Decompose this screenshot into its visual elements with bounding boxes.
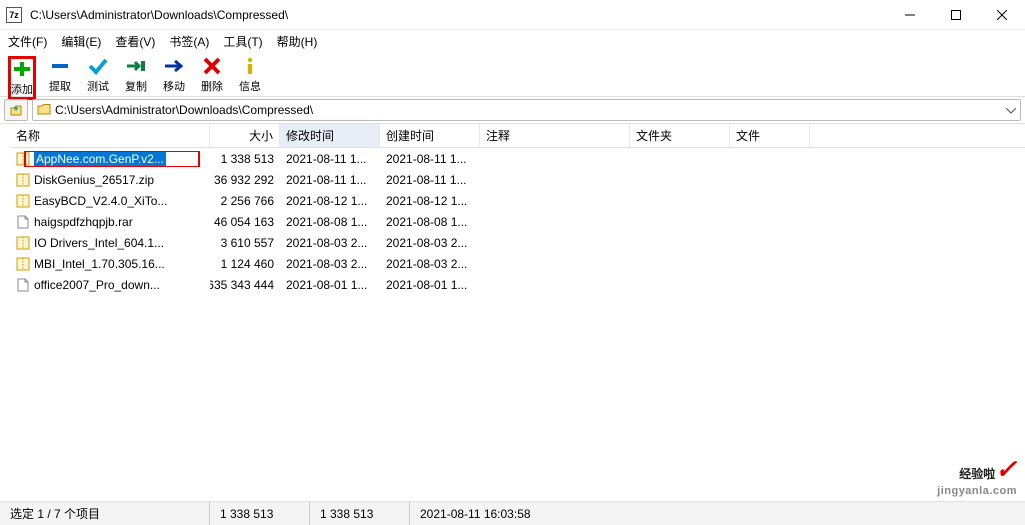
delete-icon bbox=[203, 56, 221, 76]
menu-view[interactable]: 查看(V) bbox=[115, 33, 155, 50]
file-row[interactable]: MBI_Intel_1.70.305.16...1 124 4602021-08… bbox=[10, 253, 1025, 274]
close-button[interactable] bbox=[979, 0, 1025, 30]
menu-file[interactable]: 文件(F) bbox=[8, 33, 47, 50]
minimize-button[interactable] bbox=[887, 0, 933, 30]
status-time: 2021-08-11 16:03:58 bbox=[410, 502, 1025, 525]
cell-ctime: 2021-08-03 2... bbox=[380, 236, 480, 250]
up-button[interactable] bbox=[4, 99, 28, 121]
cell-mtime: 2021-08-03 2... bbox=[280, 257, 380, 271]
menu-help[interactable]: 帮助(H) bbox=[277, 33, 318, 50]
col-name[interactable]: 名称 bbox=[10, 124, 210, 147]
copy-icon bbox=[125, 56, 147, 76]
cell-name: AppNee.com.GenP.v2... bbox=[10, 151, 210, 167]
info-icon bbox=[241, 56, 259, 76]
cell-name: MBI_Intel_1.70.305.16... bbox=[10, 257, 210, 271]
column-headers: 名称 大小 修改时间 创建时间 注释 文件夹 文件 bbox=[10, 124, 1025, 148]
address-row: C:\Users\Administrator\Downloads\Compres… bbox=[0, 96, 1025, 124]
status-size1: 1 338 513 bbox=[210, 502, 310, 525]
menu-edit[interactable]: 编辑(E) bbox=[61, 33, 101, 50]
address-bar[interactable]: C:\Users\Administrator\Downloads\Compres… bbox=[32, 99, 1021, 121]
status-size2: 1 338 513 bbox=[310, 502, 410, 525]
toolbar-check-button[interactable]: 测试 bbox=[84, 56, 112, 94]
maximize-button[interactable] bbox=[933, 0, 979, 30]
chevron-down-icon[interactable] bbox=[1006, 103, 1016, 117]
minus-icon bbox=[50, 56, 70, 76]
col-file[interactable]: 文件 bbox=[730, 124, 810, 147]
col-ctime[interactable]: 创建时间 bbox=[380, 124, 480, 147]
cell-size: 46 054 163 bbox=[210, 215, 280, 229]
cell-mtime: 2021-08-11 1... bbox=[280, 173, 380, 187]
toolbar-plus-button[interactable]: 添加 bbox=[8, 56, 36, 100]
toolbar-label: 移动 bbox=[163, 78, 185, 94]
toolbar-label: 删除 bbox=[201, 78, 223, 94]
menu-bookmark[interactable]: 书签(A) bbox=[169, 33, 209, 50]
toolbar-minus-button[interactable]: 提取 bbox=[46, 56, 74, 94]
watermark: 经验啦✓ jingyanla.com bbox=[937, 454, 1017, 497]
cell-ctime: 2021-08-08 1... bbox=[380, 215, 480, 229]
cell-mtime: 2021-08-03 2... bbox=[280, 236, 380, 250]
check-icon bbox=[88, 56, 108, 76]
up-folder-icon bbox=[9, 103, 23, 117]
cell-ctime: 2021-08-12 1... bbox=[380, 194, 480, 208]
cell-size: 1 338 513 bbox=[210, 152, 280, 166]
cell-mtime: 2021-08-08 1... bbox=[280, 215, 380, 229]
cell-name: DiskGenius_26517.zip bbox=[10, 173, 210, 187]
toolbar-delete-button[interactable]: 删除 bbox=[198, 56, 226, 94]
app-icon: 7z bbox=[6, 7, 22, 23]
cell-name: EasyBCD_V2.4.0_XiTo... bbox=[10, 194, 210, 208]
cell-size: 36 932 292 bbox=[210, 173, 280, 187]
check-icon: ✓ bbox=[995, 454, 1017, 484]
plus-icon bbox=[12, 59, 32, 79]
status-selection: 选定 1 / 7 个项目 bbox=[0, 502, 210, 525]
file-row[interactable]: DiskGenius_26517.zip36 932 2922021-08-11… bbox=[10, 169, 1025, 190]
file-row[interactable]: EasyBCD_V2.4.0_XiTo...2 256 7662021-08-1… bbox=[10, 190, 1025, 211]
file-row[interactable]: AppNee.com.GenP.v2...1 338 5132021-08-11… bbox=[10, 148, 1025, 169]
cell-mtime: 2021-08-12 1... bbox=[280, 194, 380, 208]
cell-ctime: 2021-08-11 1... bbox=[380, 173, 480, 187]
move-icon bbox=[163, 56, 185, 76]
file-row[interactable]: haigspdfzhqpjb.rar46 054 1632021-08-08 1… bbox=[10, 211, 1025, 232]
cell-ctime: 2021-08-03 2... bbox=[380, 257, 480, 271]
col-mtime[interactable]: 修改时间 bbox=[280, 124, 380, 147]
toolbar-label: 复制 bbox=[125, 78, 147, 94]
window-title: C:\Users\Administrator\Downloads\Compres… bbox=[28, 8, 887, 22]
cell-mtime: 2021-08-11 1... bbox=[280, 152, 380, 166]
cell-name: IO Drivers_Intel_604.1... bbox=[10, 236, 210, 250]
cell-ctime: 2021-08-01 1... bbox=[380, 278, 480, 292]
title-bar: 7z C:\Users\Administrator\Downloads\Comp… bbox=[0, 0, 1025, 30]
toolbar-label: 添加 bbox=[11, 81, 33, 97]
toolbar-info-button[interactable]: 信息 bbox=[236, 56, 264, 94]
status-bar: 选定 1 / 7 个项目 1 338 513 1 338 513 2021-08… bbox=[0, 501, 1025, 525]
toolbar: 添加提取测试复制移动删除信息 bbox=[0, 52, 1025, 96]
toolbar-copy-button[interactable]: 复制 bbox=[122, 56, 150, 94]
cell-size: 2 256 766 bbox=[210, 194, 280, 208]
cell-name: haigspdfzhqpjb.rar bbox=[10, 215, 210, 229]
col-size[interactable]: 大小 bbox=[210, 124, 280, 147]
toolbar-label: 提取 bbox=[49, 78, 71, 94]
toolbar-move-button[interactable]: 移动 bbox=[160, 56, 188, 94]
file-row[interactable]: IO Drivers_Intel_604.1...3 610 5572021-0… bbox=[10, 232, 1025, 253]
cell-size: 3 610 557 bbox=[210, 236, 280, 250]
menu-tools[interactable]: 工具(T) bbox=[223, 33, 262, 50]
toolbar-label: 信息 bbox=[239, 78, 261, 94]
col-folder[interactable]: 文件夹 bbox=[630, 124, 730, 147]
address-text: C:\Users\Administrator\Downloads\Compres… bbox=[55, 103, 313, 117]
cell-size: 635 343 444 bbox=[210, 278, 280, 292]
cell-mtime: 2021-08-01 1... bbox=[280, 278, 380, 292]
toolbar-label: 测试 bbox=[87, 78, 109, 94]
folder-icon bbox=[37, 103, 51, 118]
col-comment[interactable]: 注释 bbox=[480, 124, 630, 147]
file-row[interactable]: office2007_Pro_down...635 343 4442021-08… bbox=[10, 274, 1025, 295]
cell-ctime: 2021-08-11 1... bbox=[380, 152, 480, 166]
cell-size: 1 124 460 bbox=[210, 257, 280, 271]
menu-bar: 文件(F) 编辑(E) 查看(V) 书签(A) 工具(T) 帮助(H) bbox=[0, 30, 1025, 52]
cell-name: office2007_Pro_down... bbox=[10, 278, 210, 292]
file-list: AppNee.com.GenP.v2...1 338 5132021-08-11… bbox=[10, 148, 1025, 295]
